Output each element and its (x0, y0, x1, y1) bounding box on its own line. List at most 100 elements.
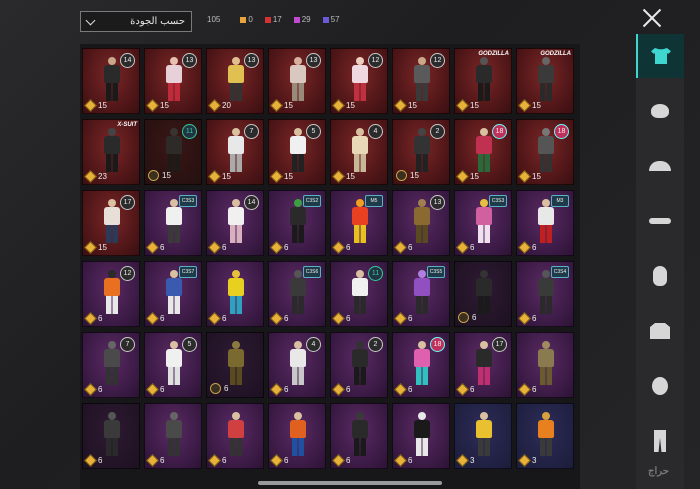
outfit-item[interactable]: 14 6 (206, 190, 264, 256)
item-quantity: 6 (270, 454, 288, 467)
outfit-item[interactable]: C3S3 6 (144, 190, 202, 256)
item-quantity-value: 6 (160, 385, 165, 394)
diamond-icon (332, 99, 345, 112)
outfit-item[interactable]: 5 15 (268, 119, 326, 185)
outfit-item[interactable]: 26 (330, 332, 388, 398)
outfit-item[interactable]: 18 15 (454, 119, 512, 185)
outfit-preview (286, 412, 310, 456)
sidebar-category-head[interactable] (636, 364, 684, 408)
outfit-item[interactable]: 17 15 (82, 190, 140, 256)
sidebar-category-mask[interactable] (636, 89, 684, 133)
outfit-item[interactable]: 11 6 (330, 261, 388, 327)
outfit-item[interactable]: 18 15 (516, 119, 574, 185)
item-quantity: 6 (208, 241, 226, 254)
close-icon[interactable] (640, 6, 664, 30)
item-quantity: 6 (208, 454, 226, 467)
outfit-preview (472, 412, 496, 456)
item-quantity: 6 (146, 454, 164, 467)
diamond-icon (394, 454, 407, 467)
item-quantity-value: 6 (532, 385, 537, 394)
outfit-item[interactable]: 6 (206, 403, 264, 469)
item-quantity: 6 (518, 241, 536, 254)
collab-banner: GODZILLA (478, 51, 509, 57)
diamond-icon (518, 383, 531, 396)
item-quantity: 15 (146, 99, 169, 112)
item-quantity: 6 (332, 312, 350, 325)
outfit-item[interactable]: C3S3 6 (454, 190, 512, 256)
top-bar: حسب الجودة 105 0 17 29 57 (0, 0, 700, 40)
diamond-icon (84, 170, 97, 183)
item-quantity: 23 (84, 170, 107, 183)
rarity-count-epic: 29 (293, 15, 311, 24)
item-quantity-value: 6 (470, 243, 475, 252)
sidebar-category-outfit[interactable] (636, 34, 684, 78)
coin-icon (396, 170, 407, 181)
outfit-item[interactable]: GODZILLA 15 (454, 48, 512, 114)
outfit-item[interactable]: 14 15 (82, 48, 140, 114)
outfit-item[interactable]: 6 (330, 403, 388, 469)
diamond-icon (518, 312, 531, 325)
outfit-item[interactable]: 3 (454, 403, 512, 469)
outfit-item[interactable]: 6 (516, 332, 574, 398)
outfit-item[interactable]: 6 (144, 403, 202, 469)
item-quantity: 15 (518, 99, 541, 112)
outfit-item[interactable]: X-SUIT 23 (82, 119, 140, 185)
outfit-item[interactable]: 17 6 (454, 332, 512, 398)
outfit-item[interactable]: 56 (144, 332, 202, 398)
season-badge: 11 (182, 124, 197, 139)
sort-dropdown[interactable]: حسب الجودة (80, 11, 192, 32)
diamond-icon (208, 312, 221, 325)
outfit-item[interactable]: 12 6 (82, 261, 140, 327)
item-quantity: 6 (394, 312, 412, 325)
outfit-item[interactable]: 2 15 (392, 119, 450, 185)
outfit-item[interactable]: C3S6 6 (268, 261, 326, 327)
sidebar-category-cap[interactable] (636, 144, 684, 188)
outfit-item[interactable]: 6 (454, 261, 512, 327)
diamond-icon (518, 99, 531, 112)
outfit-item[interactable]: 6 (206, 261, 264, 327)
outfit-item[interactable]: 12 15 (392, 48, 450, 114)
sidebar-category-glasses[interactable] (636, 199, 684, 243)
outfit-item[interactable]: 13 15 (268, 48, 326, 114)
outfit-item[interactable]: 6 (268, 403, 326, 469)
outfit-item[interactable]: 7 15 (206, 119, 264, 185)
outfit-item[interactable]: 13 20 (206, 48, 264, 114)
outfit-item[interactable]: 13 6 (392, 190, 450, 256)
outfit-item[interactable]: 11 15 (144, 119, 202, 185)
outfit-item[interactable]: 4 15 (330, 119, 388, 185)
season-badge: 5 (182, 337, 197, 352)
item-quantity-value: 6 (160, 243, 165, 252)
season-badge: 14 (244, 195, 259, 210)
diamond-icon (270, 383, 283, 396)
outfit-item[interactable]: M3 6 (516, 190, 574, 256)
outfit-item[interactable]: 6 (206, 332, 264, 398)
outfit-item[interactable]: GODZILLA 15 (516, 48, 574, 114)
outfit-item[interactable]: 46 (268, 332, 326, 398)
season-badge: 7 (244, 124, 259, 139)
outfit-item[interactable]: 76 (82, 332, 140, 398)
outfit-item[interactable]: C3S2 6 (268, 190, 326, 256)
outfit-item[interactable]: M5 6 (330, 190, 388, 256)
outfit-item[interactable]: 3 (516, 403, 574, 469)
sidebar-category-pants[interactable] (636, 419, 684, 463)
item-quantity-value: 6 (346, 456, 351, 465)
outfit-item[interactable]: C3S4 6 (516, 261, 574, 327)
sort-dropdown-label: حسب الجودة (130, 16, 185, 27)
outfit-item[interactable]: 6 (392, 403, 450, 469)
pants-icon (654, 430, 666, 452)
outfit-preview (100, 128, 124, 172)
home-indicator[interactable] (258, 481, 442, 485)
diamond-icon (270, 99, 283, 112)
outfit-item[interactable]: 12 15 (330, 48, 388, 114)
sidebar-category-face-mask[interactable] (636, 254, 684, 298)
sidebar-category-jacket[interactable] (636, 309, 684, 353)
outfit-item[interactable]: 13 15 (144, 48, 202, 114)
item-quantity-value: 15 (346, 101, 355, 110)
outfit-item[interactable]: 6 (82, 403, 140, 469)
item-quantity-value: 6 (346, 385, 351, 394)
outfit-item[interactable]: C3S7 6 (144, 261, 202, 327)
outfit-item[interactable]: 18 6 (392, 332, 450, 398)
outfit-item[interactable]: C3S5 6 (392, 261, 450, 327)
item-quantity: 6 (84, 312, 102, 325)
item-quantity: 6 (332, 383, 351, 396)
